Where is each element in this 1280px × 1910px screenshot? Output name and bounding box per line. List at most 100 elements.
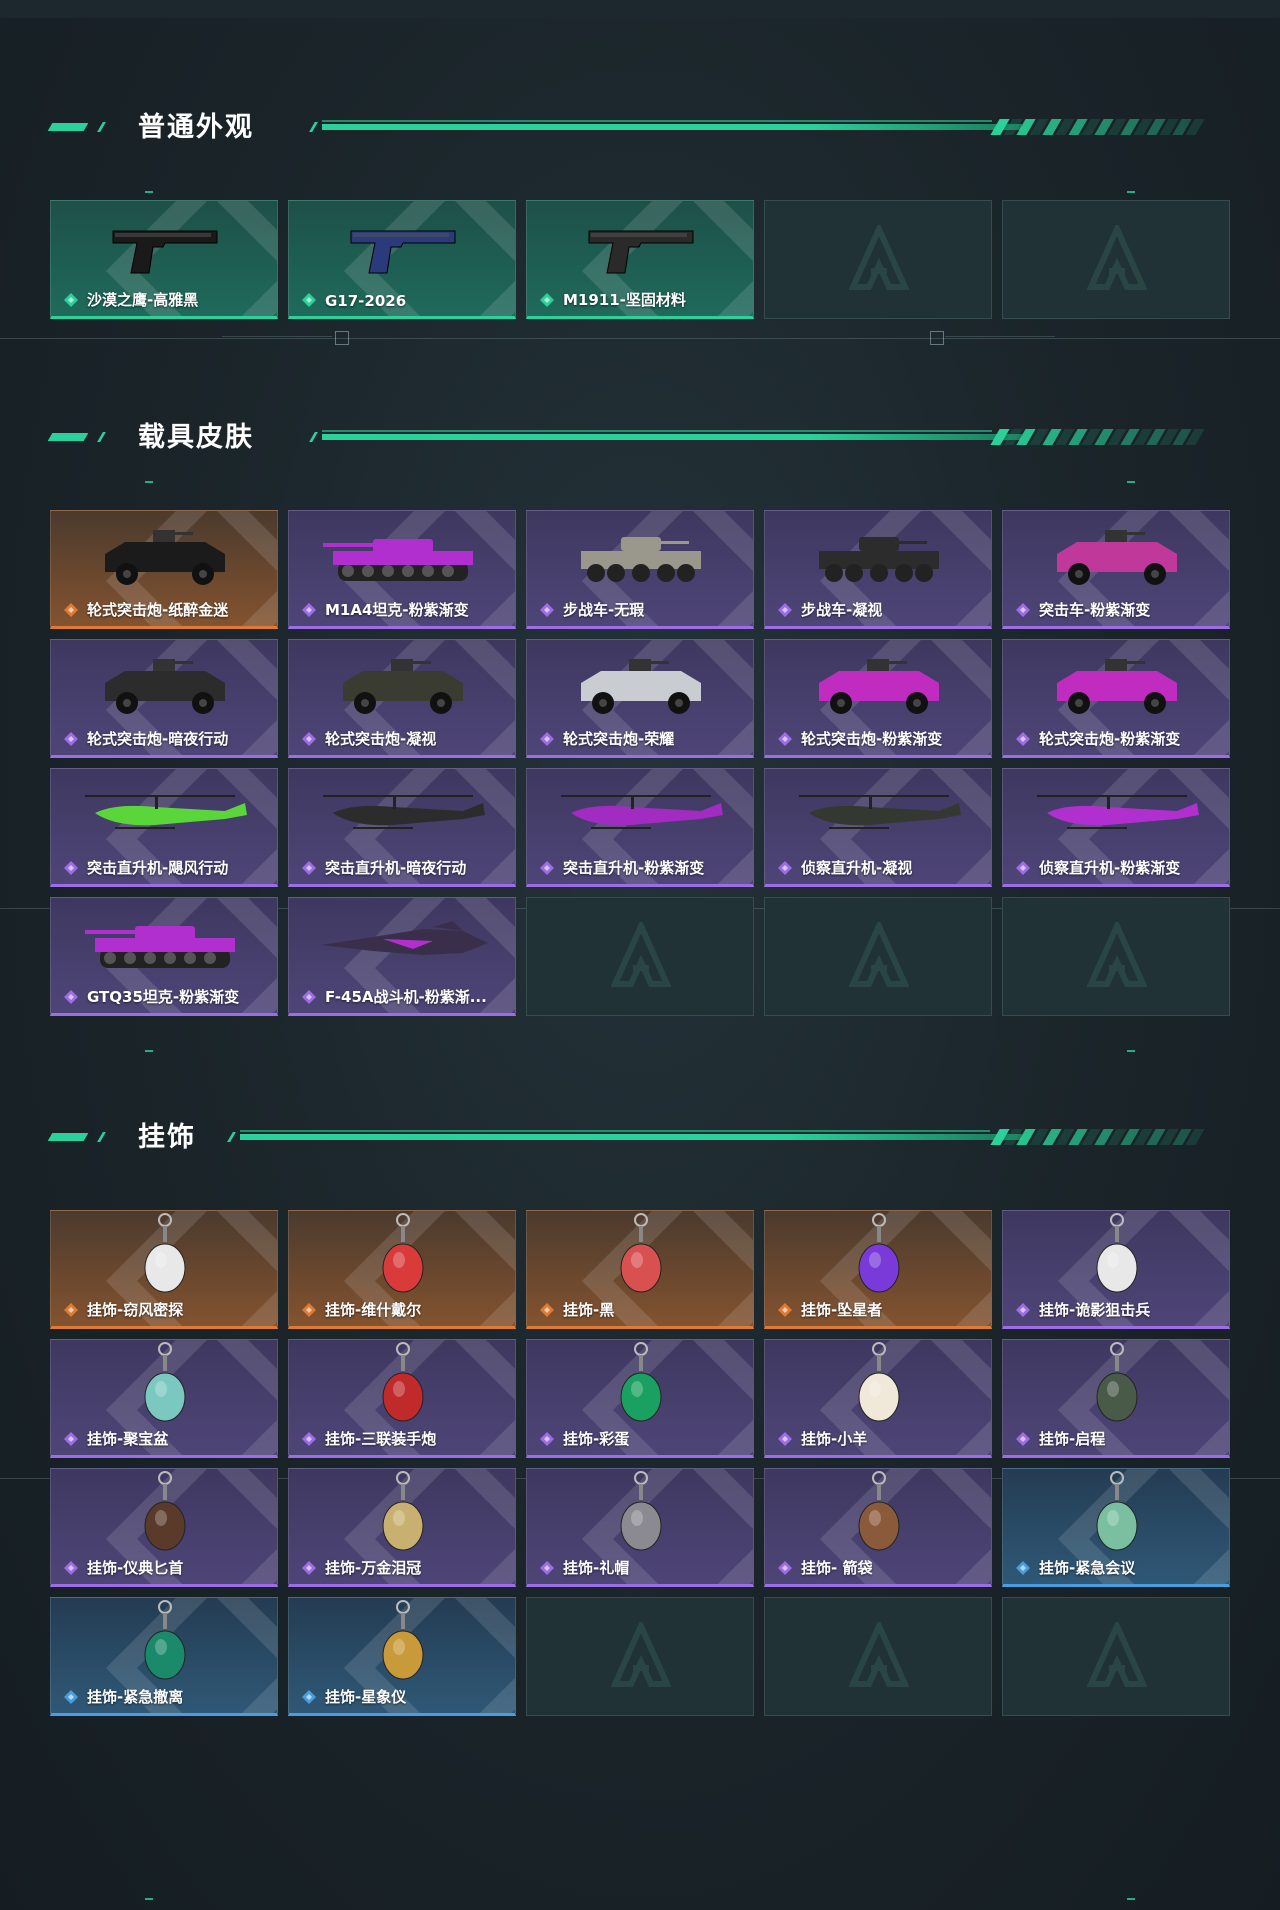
header-accent [97,122,106,132]
skin-card[interactable]: M1A4坦克-粉紫渐变 [288,510,516,629]
skin-name: 挂饰-坠星者 [801,1301,883,1319]
skin-name: 挂饰-紧急撤离 [87,1688,184,1706]
skin-card[interactable]: 挂饰-黑 [526,1210,754,1329]
empty-slot [526,897,754,1016]
skin-card[interactable]: M1911-坚固材料 [526,200,754,319]
header-bar-line [322,120,992,122]
rarity-diamond-icon [63,1431,79,1447]
skin-card[interactable]: 轮式突击炮-粉紫渐变 [1002,639,1230,758]
skin-name: G17-2026 [325,292,407,310]
empty-slot-logo-icon [1086,221,1148,295]
rarity-diamond-icon [301,731,317,747]
fighter-jet-icon [289,904,515,984]
empty-slot [764,200,992,319]
skin-name: 挂饰-星象仪 [325,1688,407,1706]
armored-car-icon [51,517,277,597]
empty-slot-logo-icon [848,1618,910,1692]
skin-card[interactable]: 突击直升机-暗夜行动 [288,768,516,887]
skin-card[interactable]: 挂饰-启程 [1002,1339,1230,1458]
skin-card[interactable]: 挂饰-窃风密探 [50,1210,278,1329]
charm-icon [765,1471,991,1555]
rarity-diamond-icon [777,860,793,876]
empty-slot [1002,200,1230,319]
skin-card[interactable]: F-45A战斗机-粉紫渐... [288,897,516,1016]
header-accent [309,122,318,132]
skin-card[interactable]: G17-2026 [288,200,516,319]
header-accent [97,432,106,442]
tick-mark [145,481,153,483]
rarity-diamond-icon [539,292,555,308]
skin-name: 侦察直升机-凝视 [801,859,913,877]
skin-card[interactable]: 挂饰-三联装手炮 [288,1339,516,1458]
skin-name: 挂饰-黑 [563,1301,615,1319]
skin-card[interactable]: 突击直升机-粉紫渐变 [526,768,754,887]
armored-car-icon [765,646,991,726]
header-bar [240,1134,1022,1140]
rarity-diamond-icon [777,1302,793,1318]
skin-name: 挂饰-礼帽 [563,1559,630,1577]
skin-card[interactable]: 步战车-凝视 [764,510,992,629]
skin-name: 挂饰-维什戴尔 [325,1301,422,1319]
skin-name: 挂饰-启程 [1039,1430,1106,1448]
skin-name: M1911-坚固材料 [563,291,686,309]
skin-card[interactable]: 挂饰-紧急撤离 [50,1597,278,1716]
skin-name: 挂饰-聚宝盆 [87,1430,169,1448]
skin-card[interactable]: 突击直升机-飓风行动 [50,768,278,887]
section-header: 普通外观 [0,108,1280,148]
armored-car-icon [289,646,515,726]
rarity-diamond-icon [63,1560,79,1576]
skin-card[interactable]: 挂饰-聚宝盆 [50,1339,278,1458]
rarity-diamond-icon [301,602,317,618]
section-header: 挂饰 [0,1118,1280,1158]
skin-card[interactable]: 挂饰-礼帽 [526,1468,754,1587]
empty-slot [1002,897,1230,1016]
skin-card[interactable]: 侦察直升机-粉紫渐变 [1002,768,1230,887]
skin-card[interactable]: 步战车-无瑕 [526,510,754,629]
skin-card[interactable]: 挂饰-诡影狙击兵 [1002,1210,1230,1329]
skin-grid: 挂饰-窃风密探 挂饰-维什戴尔 挂饰-黑 挂饰-坠星者 挂饰-诡影狙击兵 挂饰-聚宝盆 挂饰… [50,1210,1230,1716]
skin-card[interactable]: 轮式突击炮-凝视 [288,639,516,758]
helicopter-icon [765,775,991,855]
header-accent [309,432,318,442]
empty-slot [526,1597,754,1716]
rarity-diamond-icon [301,1431,317,1447]
skin-card[interactable]: 轮式突击炮-荣耀 [526,639,754,758]
decor-square [930,331,944,345]
skin-card[interactable]: 挂饰-万金泪冠 [288,1468,516,1587]
skin-name: 挂饰-诡影狙击兵 [1039,1301,1151,1319]
rarity-diamond-icon [1015,1431,1031,1447]
tick-mark [1127,191,1135,193]
skin-card[interactable]: 突击车-粉紫渐变 [1002,510,1230,629]
skin-card[interactable]: 侦察直升机-凝视 [764,768,992,887]
header-bar [322,124,1022,130]
header-checker-pattern [990,119,1205,135]
skin-card[interactable]: 挂饰-仪典匕首 [50,1468,278,1587]
tank-icon [289,517,515,597]
rarity-diamond-icon [777,1560,793,1576]
helicopter-icon [1003,775,1229,855]
skin-card[interactable]: 挂饰-彩蛋 [526,1339,754,1458]
skin-card[interactable]: 挂饰-星象仪 [288,1597,516,1716]
skin-name: M1A4坦克-粉紫渐变 [325,601,469,619]
skin-name: 轮式突击炮-凝视 [325,730,437,748]
tick-mark [145,1898,153,1900]
skin-card[interactable]: 挂饰- 箭袋 [764,1468,992,1587]
skin-card[interactable]: GTQ35坦克-粉紫渐变 [50,897,278,1016]
skin-card[interactable]: 轮式突击炮-粉紫渐变 [764,639,992,758]
skin-card[interactable]: 挂饰-维什戴尔 [288,1210,516,1329]
pistol-icon [289,207,515,287]
skin-card[interactable]: 沙漠之鹰-高雅黑 [50,200,278,319]
rarity-diamond-icon [1015,602,1031,618]
empty-slot [1002,1597,1230,1716]
skin-card[interactable]: 挂饰-坠星者 [764,1210,992,1329]
charm-icon [51,1342,277,1426]
rarity-diamond-icon [539,1560,555,1576]
tank-icon [51,904,277,984]
skin-card[interactable]: 轮式突击炮-纸醉金迷 [50,510,278,629]
rarity-diamond-icon [1015,1560,1031,1576]
skin-card[interactable]: 挂饰-小羊 [764,1339,992,1458]
skin-card[interactable]: 挂饰-紧急会议 [1002,1468,1230,1587]
divider-line [222,336,332,337]
skin-card[interactable]: 轮式突击炮-暗夜行动 [50,639,278,758]
rarity-diamond-icon [539,860,555,876]
